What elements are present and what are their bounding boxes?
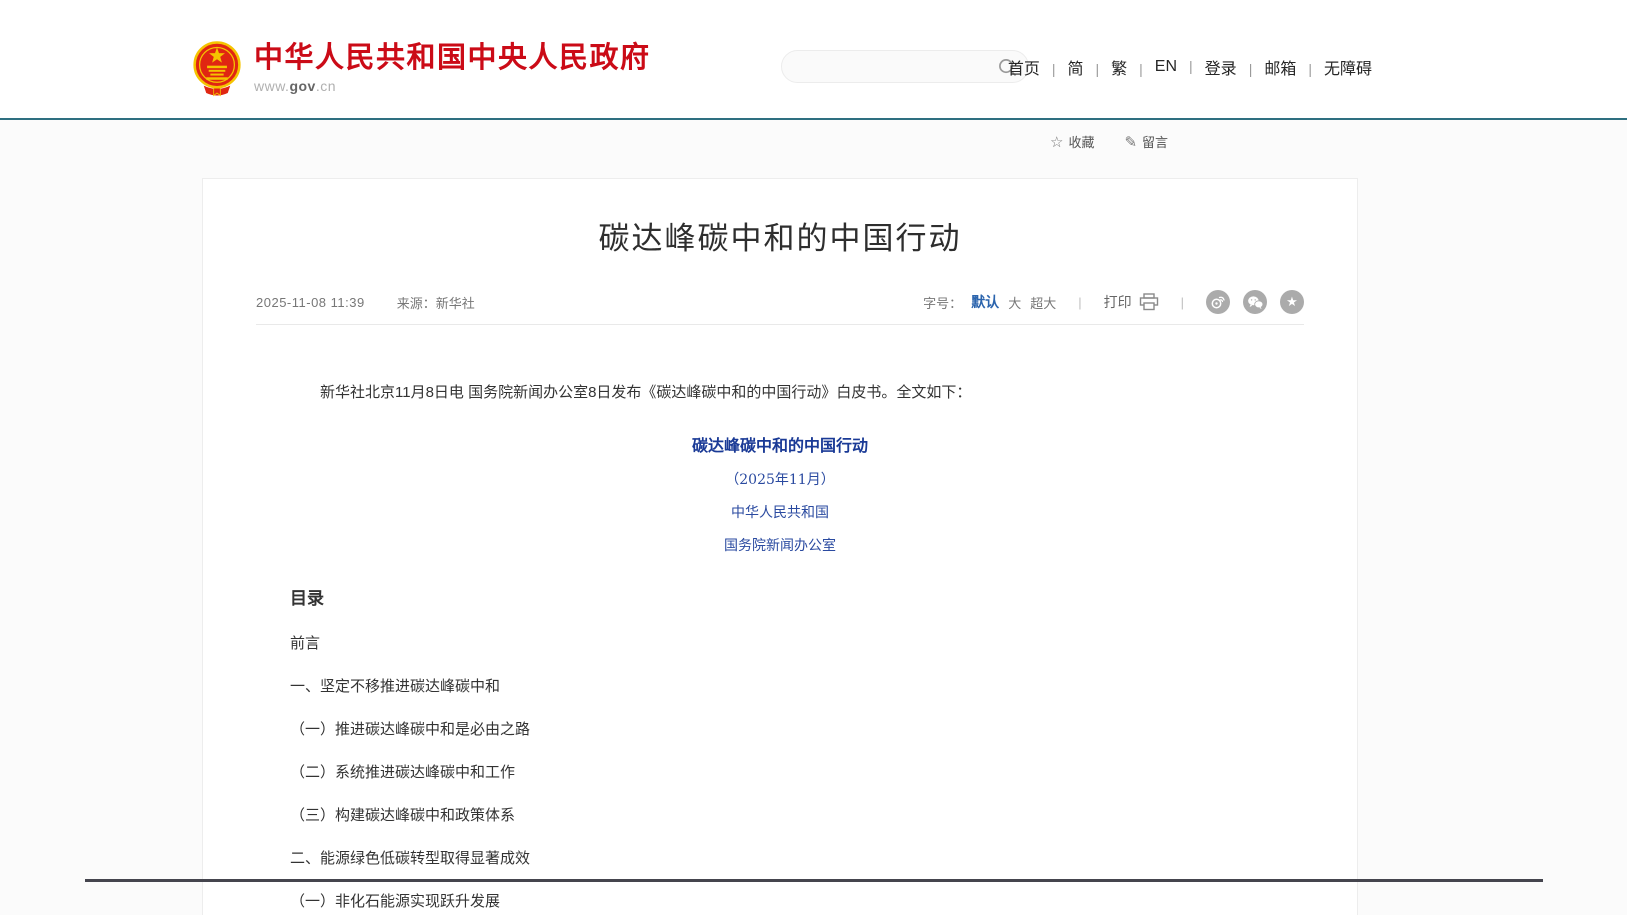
toc-item-1-1: （一）推进碳达峰碳中和是必由之路 [290,721,1270,738]
site-url-cn: .cn [316,78,336,94]
site-logo[interactable]: 中华人民共和国中央人民政府 www.gov.cn [192,40,651,98]
favorite-label: 收藏 [1068,132,1094,151]
toc-item-2-1: （一）非化石能源实现跃升发展 [290,893,1270,910]
article-toolbar: 字号： 默认 大 超大 | 打印 | [923,290,1304,314]
toolbar-divider: | [1078,295,1081,310]
font-size-large[interactable]: 大 [1008,293,1021,312]
favorite-button[interactable]: ☆ 收藏 [1050,132,1094,151]
toc-item-1-2: （二）系统推进碳达峰碳中和工作 [290,764,1270,781]
site-url-www: www. [254,78,289,94]
article-card: 碳达峰碳中和的中国行动 2025-11-08 11:39 来源：新华社 字号： … [202,178,1358,915]
share-icons: ★ [1206,290,1304,314]
font-size-label: 字号： [923,293,962,312]
wechat-share-icon[interactable] [1243,290,1267,314]
doc-org-line-1: 中华人民共和国 [290,502,1270,522]
meta-divider [256,324,1304,325]
toc-heading: 目录 [290,584,1270,609]
article-title: 碳达峰碳中和的中国行动 [203,213,1357,258]
search-input[interactable] [798,51,988,82]
nav-simplified[interactable]: 简 [1067,55,1111,79]
qzone-share-icon[interactable]: ★ [1280,290,1304,314]
source: 来源：新华社 [397,293,475,312]
toc-item-2: 二、能源绿色低碳转型取得显著成效 [290,850,1270,867]
toc-item-1-3: （三）构建碳达峰碳中和政策体系 [290,807,1270,824]
doc-title: 碳达峰碳中和的中国行动 [290,432,1270,456]
comment-button[interactable]: ✎ 留言 [1124,132,1168,151]
print-button[interactable]: 打印 [1104,292,1159,312]
star-outline-icon: ☆ [1050,133,1063,151]
footer-rule [85,879,1543,882]
nav-mail[interactable]: 邮箱 [1264,55,1324,79]
comment-label: 留言 [1142,132,1168,151]
search-box [781,50,1029,83]
site-url: www.gov.cn [254,78,651,94]
qzone-star-glyph: ★ [1286,294,1298,310]
print-label: 打印 [1104,292,1132,312]
lead-paragraph: 新华社北京11月8日电 国务院新闻办公室8日发布《碳达峰碳中和的中国行动》白皮书… [290,381,1270,405]
font-size-default[interactable]: 默认 [971,292,999,312]
font-size-xlarge[interactable]: 超大 [1030,293,1056,312]
source-label: 来源： [397,296,436,311]
site-url-gov: gov [289,78,315,94]
top-nav: 首页 简 繁 EN 登录 邮箱 无障碍 [1008,55,1372,79]
pencil-icon: ✎ [1124,133,1137,151]
doc-org-line-2: 国务院新闻办公室 [290,535,1270,555]
article-meta-row: 2025-11-08 11:39 来源：新华社 字号： 默认 大 超大 | 打印… [256,290,1304,314]
page-actions: ☆ 收藏 ✎ 留言 [1050,132,1168,151]
toolbar-divider: | [1181,295,1184,310]
nav-accessibility[interactable]: 无障碍 [1324,55,1372,79]
nav-traditional[interactable]: 繁 [1111,55,1155,79]
nav-english[interactable]: EN [1155,58,1205,76]
doc-date-line: （2025年11月） [290,469,1270,489]
toc-item-1: 一、坚定不移推进碳达峰碳中和 [290,678,1270,695]
article-body: 新华社北京11月8日电 国务院新闻办公室8日发布《碳达峰碳中和的中国行动》白皮书… [290,381,1270,910]
source-value: 新华社 [436,296,475,311]
publish-date: 2025-11-08 11:39 [256,295,365,310]
weibo-share-icon[interactable] [1206,290,1230,314]
printer-icon [1139,293,1159,311]
site-title: 中华人民共和国中央人民政府 [254,40,651,76]
toc-item-preface: 前言 [290,635,1270,652]
site-header: 中华人民共和国中央人民政府 www.gov.cn 首页 简 繁 EN 登录 邮箱… [0,0,1627,120]
nav-home[interactable]: 首页 [1008,55,1068,79]
nav-login[interactable]: 登录 [1205,55,1265,79]
national-emblem-icon [192,40,242,98]
